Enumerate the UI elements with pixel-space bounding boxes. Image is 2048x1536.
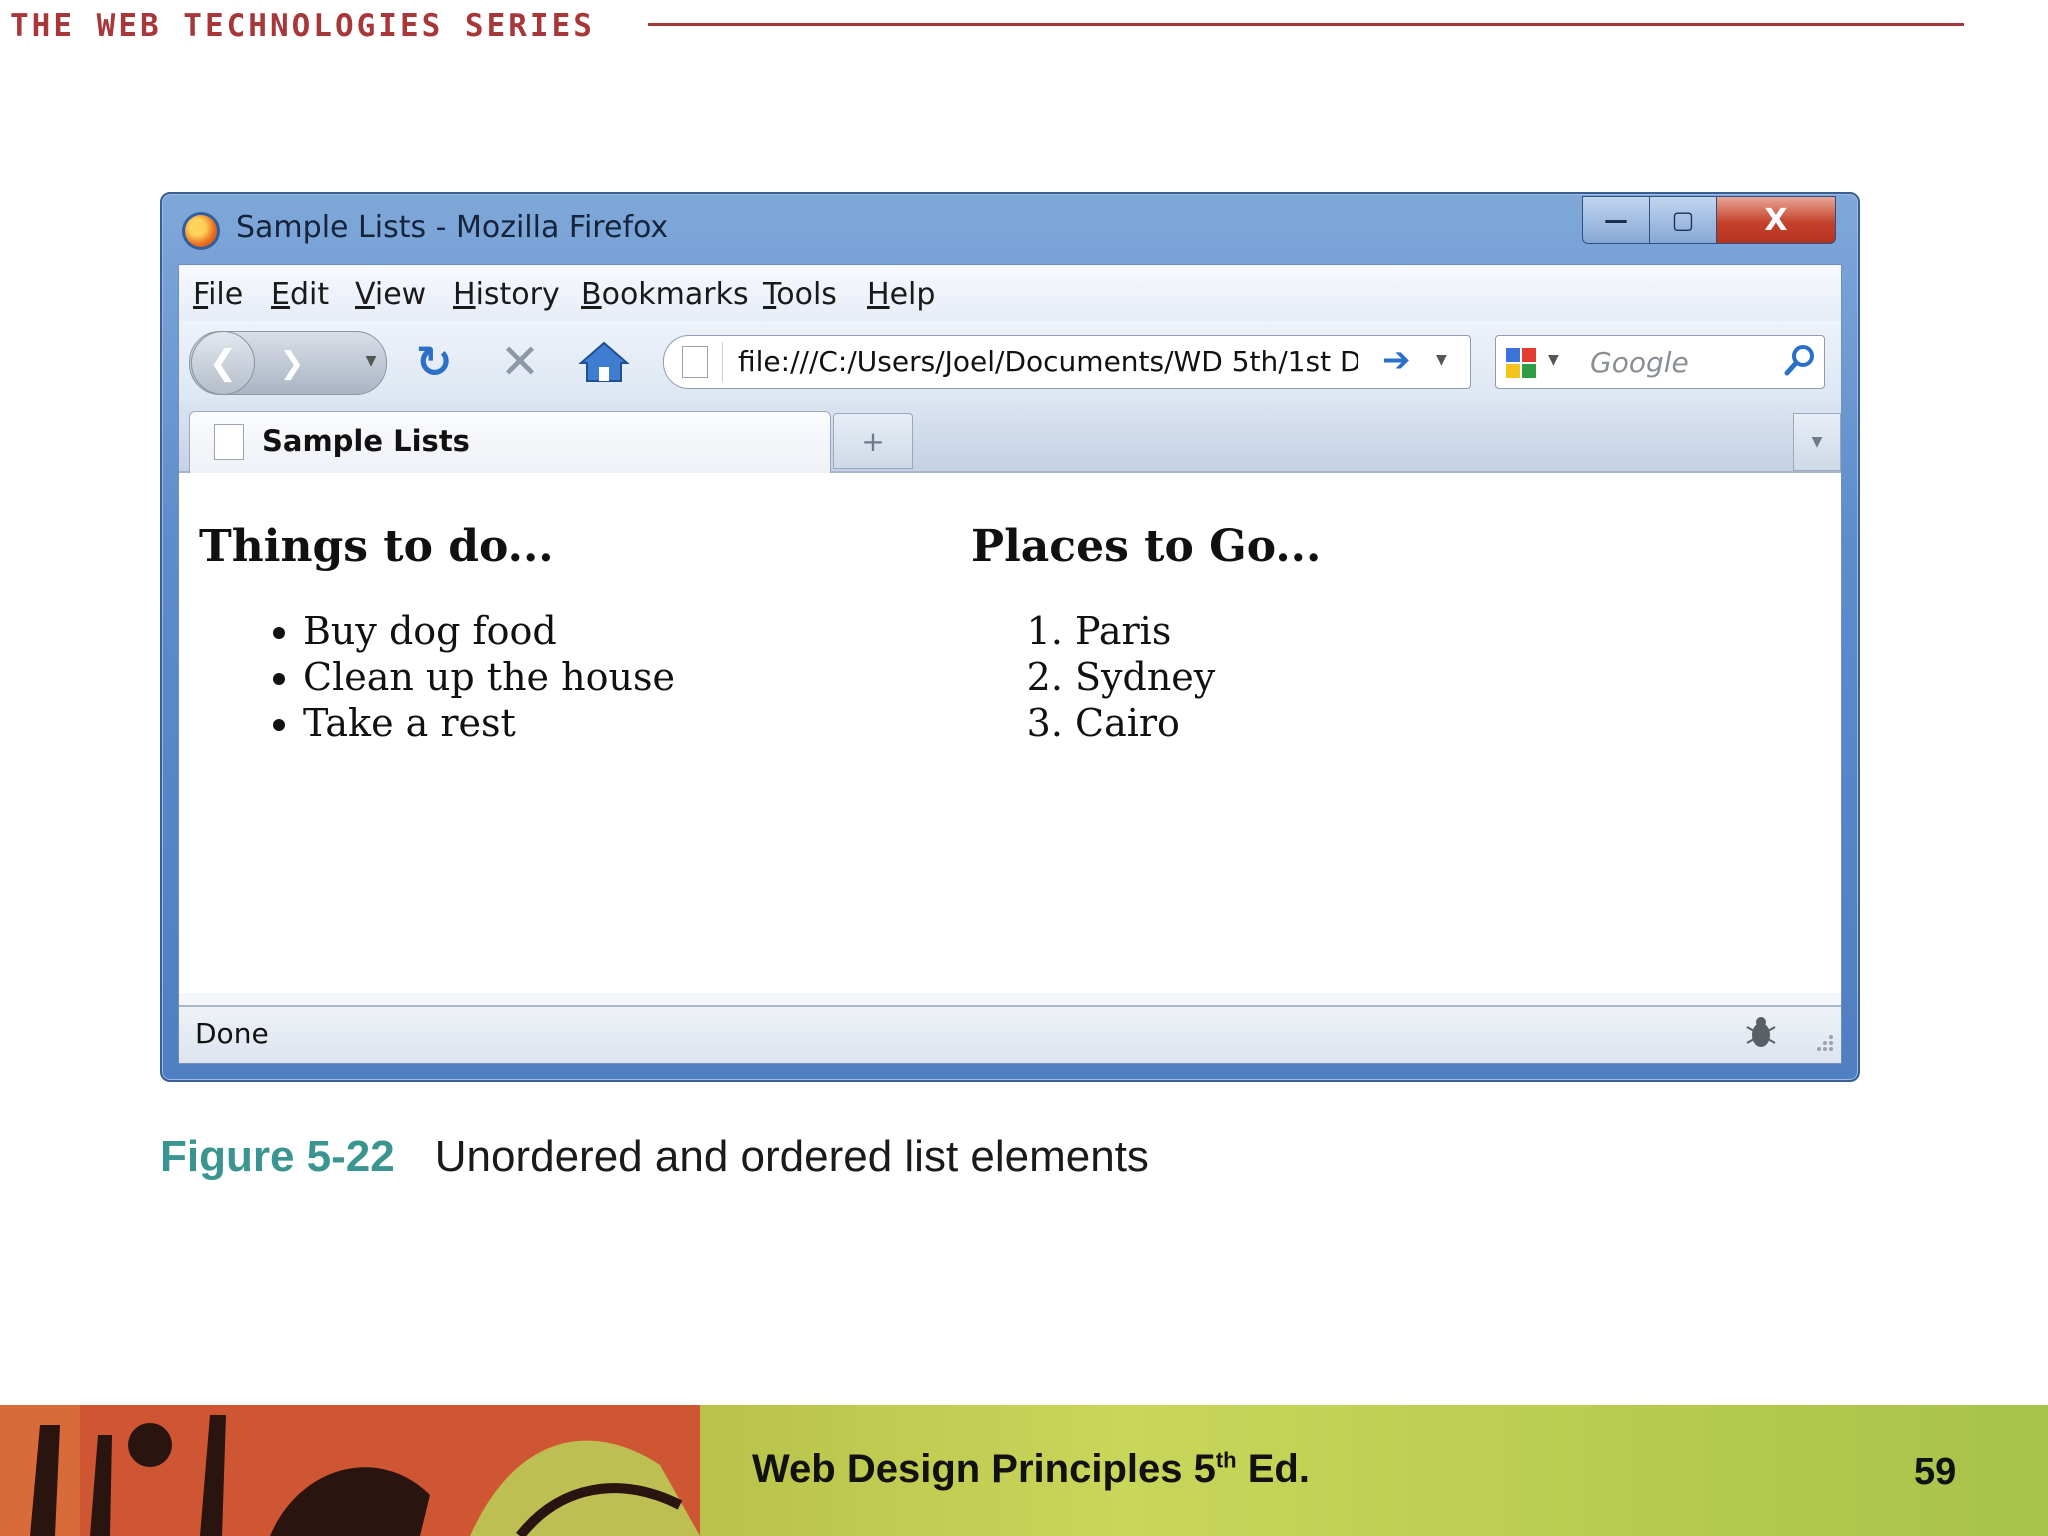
list-item: Cairo <box>1075 700 1321 746</box>
search-icon[interactable] <box>1782 342 1818 378</box>
list-item: Take a rest <box>303 700 675 746</box>
todo-heading: Things to do... <box>199 521 554 572</box>
list-item: Sydney <box>1075 654 1321 700</box>
forward-arrow-icon: ❯ <box>279 345 305 381</box>
slide-footer: Web Design Principles 5th Ed. 59 <box>0 1405 2048 1536</box>
browser-chrome: File Edit View History Bookmarks Tools H… <box>178 264 1842 1064</box>
firebug-icon[interactable] <box>1741 1013 1781 1053</box>
url-input[interactable]: file:///C:/Users/Joel/Documents/WD 5th/1… <box>738 345 1358 378</box>
title-bar[interactable]: Sample Lists - Mozilla Firefox — ▢ X <box>162 194 1858 264</box>
go-arrow-icon[interactable]: ➔ <box>1382 340 1411 380</box>
tab-sample-lists[interactable]: Sample Lists <box>189 411 831 474</box>
unordered-list: Buy dog food Clean up the house Take a r… <box>199 608 675 746</box>
tab-list-button[interactable]: ▼ <box>1793 413 1841 471</box>
menu-help[interactable]: Help <box>867 277 935 312</box>
stop-icon[interactable]: ✕ <box>497 334 543 390</box>
footer-title-suffix: Ed. <box>1236 1447 1310 1491</box>
page-content: Things to do... Buy dog food Clean up th… <box>179 473 1841 993</box>
list-item: Buy dog food <box>303 608 675 654</box>
url-separator <box>722 342 723 382</box>
back-arrow-icon: ❮ <box>208 343 238 383</box>
history-dropdown-icon[interactable]: ▼ <box>361 351 381 371</box>
footer-title-text: Web Design Principles 5 <box>752 1447 1216 1491</box>
url-dropdown-icon[interactable]: ▼ <box>1436 352 1447 368</box>
close-button[interactable]: X <box>1716 196 1836 244</box>
menu-view[interactable]: View <box>355 277 426 312</box>
figure-number: Figure 5-22 <box>160 1132 395 1181</box>
menu-bar: File Edit View History Bookmarks Tools H… <box>179 265 1841 321</box>
page-number: 59 <box>1914 1451 1957 1493</box>
minimize-button[interactable]: — <box>1582 196 1650 244</box>
maximize-button[interactable]: ▢ <box>1649 196 1717 244</box>
menu-file[interactable]: File <box>193 277 243 312</box>
firefox-logo-icon <box>182 212 220 250</box>
status-text: Done <box>195 1017 269 1050</box>
menu-tools[interactable]: Tools <box>763 277 837 312</box>
status-bar: Done <box>179 1005 1841 1063</box>
ordered-list: Paris Sydney Cairo <box>971 608 1321 746</box>
reload-icon[interactable]: ↻ <box>411 337 457 388</box>
list-item: Clean up the house <box>303 654 675 700</box>
page-icon <box>682 346 708 378</box>
todo-column: Things to do... Buy dog food Clean up th… <box>199 521 675 746</box>
menu-bookmarks[interactable]: Bookmarks <box>581 277 749 312</box>
footer-title-superscript: th <box>1215 1447 1237 1473</box>
tab-bar: Sample Lists + ▼ <box>179 401 1841 474</box>
footer-title: Web Design Principles 5th Ed. <box>752 1447 1310 1492</box>
tab-label: Sample Lists <box>262 424 470 458</box>
chevron-down-icon: ▼ <box>1811 434 1823 450</box>
resize-grip-icon[interactable] <box>1811 1029 1835 1053</box>
list-item: Paris <box>1075 608 1321 654</box>
forward-button[interactable]: ❯ <box>269 343 315 383</box>
figure-caption: Figure 5-22 Unordered and ordered list el… <box>160 1132 1149 1182</box>
plus-icon: + <box>861 424 885 458</box>
engine-dropdown-icon[interactable]: ▼ <box>1548 352 1559 368</box>
menu-edit[interactable]: Edit <box>271 277 329 312</box>
menu-history[interactable]: History <box>453 277 560 312</box>
header-rule <box>648 23 1964 26</box>
decorative-art <box>0 1405 700 1536</box>
home-icon[interactable] <box>577 339 631 385</box>
series-title: THE WEB TECHNOLOGIES SERIES <box>10 8 595 44</box>
places-heading: Places to Go... <box>971 521 1322 572</box>
page-icon <box>214 424 244 460</box>
back-button[interactable]: ❮ <box>191 331 255 395</box>
google-engine-icon[interactable] <box>1504 346 1538 380</box>
figure-description: Unordered and ordered list elements <box>434 1132 1149 1181</box>
new-tab-button[interactable]: + <box>833 413 913 469</box>
address-bar[interactable]: file:///C:/Users/Joel/Documents/WD 5th/1… <box>663 335 1471 389</box>
search-input[interactable]: Google <box>1590 346 1689 379</box>
places-column: Places to Go... Paris Sydney Cairo <box>971 521 1321 746</box>
window-title: Sample Lists - Mozilla Firefox <box>236 210 669 245</box>
navigation-toolbar: ❮ ❯ ▼ ↻ ✕ file:///C:/Users/Joel/Document… <box>179 321 1841 401</box>
search-box[interactable]: ▼ Google <box>1495 335 1825 389</box>
browser-window: Sample Lists - Mozilla Firefox — ▢ X Fil… <box>160 192 1860 1082</box>
